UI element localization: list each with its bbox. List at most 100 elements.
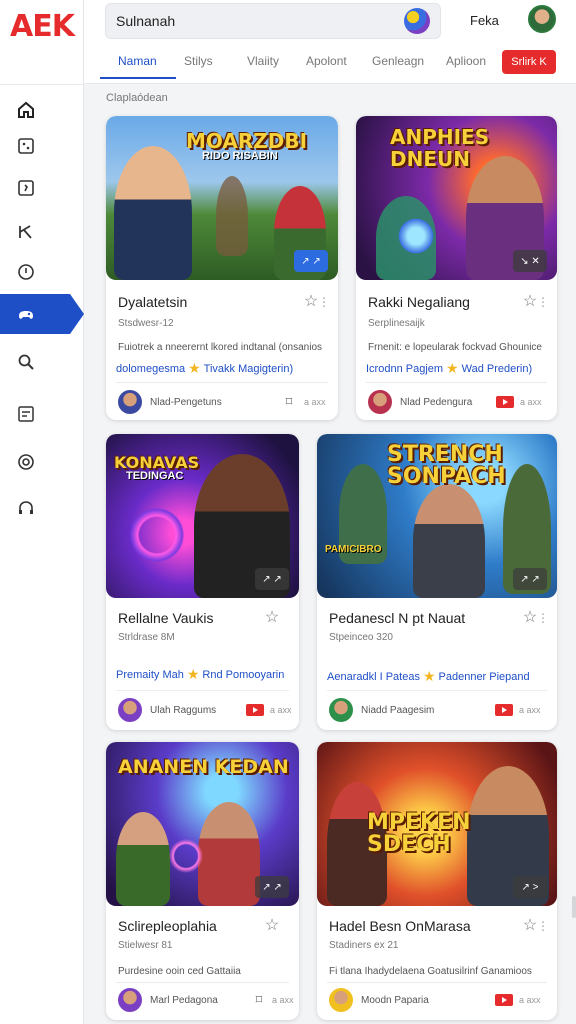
search-icon [18,354,34,370]
video-icon[interactable] [495,704,513,716]
dice-icon [18,138,34,154]
thumbnail-badge[interactable]: ↗ ↗ [513,568,547,590]
tagline-left: dolomegesma [116,362,186,375]
card-divider [366,382,547,383]
author-avatar[interactable] [329,698,353,722]
app-root: AEK Sulnanah Feka Naman Stilys Vlaiity A… [0,0,576,1024]
card-thumbnail[interactable]: MPEKEN SDECH ↗ > [317,742,557,906]
card-description: Fi tlana Ihadydelaena Goatusilrinf Ganam… [329,966,532,977]
bookmark-icon[interactable]: ⌑ [282,394,296,410]
list-icon [18,406,34,422]
video-icon[interactable] [246,704,264,716]
author-avatar[interactable] [118,390,142,414]
tools-icon [19,225,32,239]
user-avatar[interactable] [528,5,556,33]
star-icon: ★ [446,360,459,376]
game-card[interactable]: MOARZDBI RIDO RISABIN ↗ ↗ Dyalatetsin ☆ … [106,116,338,420]
author-name[interactable]: Niadd Paagesim [361,705,434,716]
card-thumbnail[interactable]: MOARZDBI RIDO RISABIN ↗ ↗ [106,116,338,280]
card-thumbnail[interactable]: STRENCH SONPACH PAMICIBRO ↗ ↗ [317,434,557,598]
card-thumbnail[interactable]: KONAVAS TEDINGAC ↗ ↗ [106,434,299,598]
game-card[interactable]: ANANEN KEDAN ↗ ↗ Sclirepleoplahia ☆ Stie… [106,742,299,1020]
card-tagline: Premaity Mah ★ Rnd Pomooyarin [116,666,284,683]
thumbnail-title: ANANEN KEDAN [118,756,289,778]
user-name[interactable]: Feka [470,13,499,28]
hash-icon [18,180,34,196]
thumbnail-title: MPEKEN SDECH [367,810,471,857]
gamepad-icon [19,311,33,319]
card-tagline: Aenaradkl I Pateas ★ Padenner Piepand [327,668,530,685]
tab-apolont[interactable]: Apolont [306,54,347,68]
search-input[interactable]: Sulnanah [116,13,175,29]
thumbnail-badge[interactable]: ↗ ↗ [294,250,328,272]
author-name[interactable]: Nlad Pedengura [400,397,472,408]
sidebar-item-gamepad[interactable] [0,294,84,334]
thumbnail-badge[interactable]: ↗ ↗ [255,876,289,898]
sidebar-item-target[interactable] [0,442,84,482]
sidebar-item-headset[interactable] [0,488,84,528]
card-subtitle: Serplinesaijk [368,318,425,329]
bookmark-icon[interactable]: ⌑ [252,992,266,1008]
card-description: Purdesine ooin ced Gattaiia [118,966,241,977]
thumbnail-subtitle: RIDO RISABIN [202,150,278,162]
game-card[interactable]: ANPHIES DNEUN ↘ ✕ Rakki Negaliang ☆ ⋮ Se… [356,116,557,420]
tagline-right: Rnd Pomooyarin [202,668,285,681]
card-tagline: dolomegesma ★ Tivakk Magigterin) [116,360,293,377]
sidebar-item-clock[interactable] [0,252,84,292]
video-icon[interactable] [495,994,513,1006]
thumbnail-badge[interactable]: ↗ ↗ [255,568,289,590]
tab-genleagn[interactable]: Genleagn [372,54,424,68]
thumbnail-badge[interactable]: ↗ > [513,876,547,898]
tab-stilys[interactable]: Stilys [184,54,213,68]
card-count: a axx [519,705,541,715]
author-avatar[interactable] [118,698,142,722]
sidebar-item-home[interactable] [0,90,84,130]
sidebar-item-dice[interactable] [0,126,84,166]
app-logo[interactable]: AEK [8,8,76,44]
globe-icon[interactable] [404,8,430,34]
sidebar-item-hash[interactable] [0,168,84,208]
sidebar-item-search[interactable] [0,342,84,382]
card-thumbnail[interactable]: ANANEN KEDAN ↗ ↗ [106,742,299,906]
card-divider [327,690,547,691]
game-card[interactable]: KONAVAS TEDINGAC ↗ ↗ Rellalne Vaukis ☆ S… [106,434,299,730]
card-tagline: Icrodnn Pagjem ★ Wad Prederin) [366,360,532,377]
game-card[interactable]: STRENCH SONPACH PAMICIBRO ↗ ↗ Pedanescl … [317,434,557,730]
thumbnail-badge[interactable]: ↘ ✕ [513,250,547,272]
more-icon[interactable]: ⋮ [537,295,549,309]
card-title: Rellalne Vaukis [118,610,214,626]
tab-naman[interactable]: Naman [118,54,157,68]
star-icon: ★ [422,668,436,684]
game-card[interactable]: MPEKEN SDECH ↗ > Hadel Besn OnMarasa ☆ ⋮… [317,742,557,1020]
tab-aplioon[interactable]: Aplioon [446,54,486,68]
card-count: a axx [304,397,326,407]
sidebar-item-tools[interactable] [0,212,84,252]
tagline-right: Tivakk Magigterin) [203,362,294,375]
more-icon[interactable]: ⋮ [537,919,549,933]
search-field[interactable]: Sulnanah [105,3,441,39]
more-icon[interactable]: ⋮ [318,295,330,309]
tab-vlaiity[interactable]: Vlaiity [247,54,279,68]
sidebar-item-list[interactable] [0,394,84,434]
card-thumbnail[interactable]: ANPHIES DNEUN ↘ ✕ [356,116,557,280]
card-count: a axx [270,705,292,715]
author-avatar[interactable] [118,988,142,1012]
more-icon[interactable]: ⋮ [537,611,549,625]
clock-icon [18,264,34,280]
card-divider [116,382,328,383]
video-icon[interactable] [496,396,514,408]
section-label: Claplaódean [106,92,168,104]
card-title: Sclirepleoplahia [118,918,217,934]
action-button[interactable]: Srlirk K [502,50,556,74]
author-name[interactable]: Marl Pedagona [150,995,218,1006]
favorite-star-icon[interactable]: ☆ [263,609,281,627]
author-name[interactable]: Ulah Raggums [150,705,216,716]
card-title: Rakki Negaliang [368,294,470,310]
author-avatar[interactable] [329,988,353,1012]
favorite-star-icon[interactable]: ☆ [263,917,281,935]
author-name[interactable]: Nlad-Pengetuns [150,397,222,408]
scrollbar-thumb[interactable] [572,896,576,918]
card-title: Pedanescl N pt Nauat [329,610,466,626]
author-name[interactable]: Moodn Paparia [361,995,429,1006]
author-avatar[interactable] [368,390,392,414]
